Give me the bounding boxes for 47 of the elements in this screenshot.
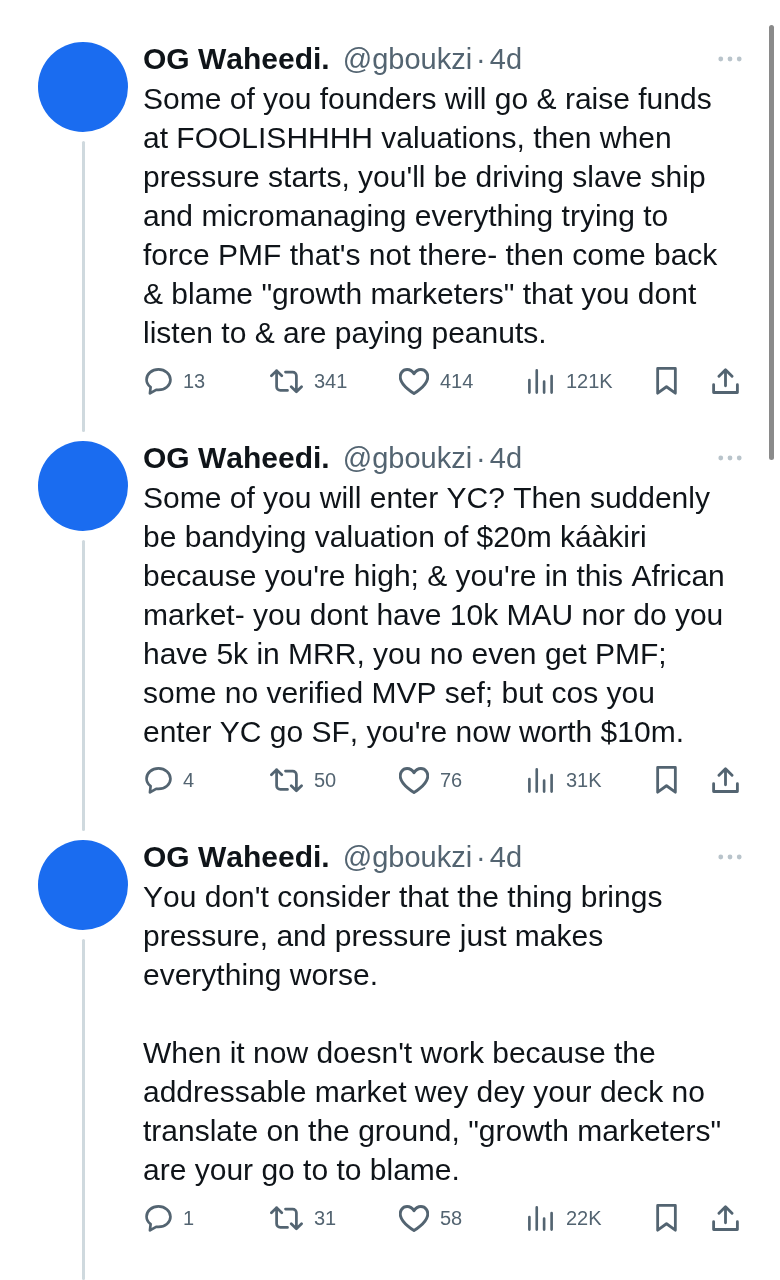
separator-dot: · <box>476 42 486 76</box>
view-count: 121K <box>566 369 613 393</box>
display-name[interactable]: OG Waheedi. <box>143 840 330 874</box>
speech-bubble-icon[interactable] <box>145 766 172 794</box>
user-handle[interactable]: @gboukzi <box>342 840 473 874</box>
bar-chart-icon[interactable] <box>528 367 553 395</box>
view-count: 31K <box>566 768 602 792</box>
like-count: 414 <box>440 369 474 393</box>
repost-count: 50 <box>314 768 337 792</box>
user-handle[interactable]: @gboukzi <box>342 441 473 475</box>
heart-icon[interactable] <box>399 766 429 794</box>
post-time[interactable]: 4d <box>489 42 523 76</box>
speech-bubble-icon[interactable] <box>145 1204 172 1232</box>
speech-bubble-icon[interactable] <box>145 367 172 395</box>
bookmark-icon[interactable] <box>656 367 677 395</box>
tweet-text: Some of you will enter YC? Then suddenly be bandying valuation of $20m káàkiri because you're high; & you're in this African market- you dont have 10k MAU nor do you have 5k in MRR, you no even get PMF; some no verified MVP sef; but cos you enter YC go SF, you're now worth $10m. <box>143 480 726 750</box>
repost-count: 341 <box>314 369 348 393</box>
bookmark-icon[interactable] <box>656 1204 677 1232</box>
user-handle[interactable]: @gboukzi <box>342 42 473 76</box>
reply-count: 1 <box>183 1206 195 1230</box>
share-icon[interactable] <box>712 767 739 793</box>
view-count: 22K <box>566 1206 602 1230</box>
like-count: 58 <box>440 1206 463 1230</box>
like-count: 76 <box>440 768 463 792</box>
bar-chart-icon[interactable] <box>528 766 553 794</box>
heart-icon[interactable] <box>399 367 429 395</box>
post-time[interactable]: 4d <box>489 840 523 874</box>
bookmark-icon[interactable] <box>656 766 677 794</box>
display-name[interactable]: OG Waheedi. <box>143 441 330 475</box>
tweet-text: When it now doesn't work because the addressable market wey dey your deck no translate on the ground, "growth marketers" are your go to to blame. <box>143 1035 723 1188</box>
bar-chart-icon[interactable] <box>528 1204 553 1232</box>
repost-count: 31 <box>314 1206 337 1230</box>
post-time[interactable]: 4d <box>489 441 523 475</box>
share-icon[interactable] <box>712 368 739 394</box>
tweet-text: You don't consider that the thing brings pressure, and pressure just makes everything worse. <box>143 879 664 993</box>
display-name[interactable]: OG Waheedi. <box>143 42 330 76</box>
repost-icon[interactable] <box>270 766 303 794</box>
share-icon[interactable] <box>712 1205 739 1231</box>
scrollbar[interactable] <box>769 25 774 460</box>
separator-dot: · <box>476 441 486 475</box>
separator-dot: · <box>476 840 486 874</box>
tweet-text: Some of you founders will go & raise funds at FOOLISHHHH valuations, then when pressure starts, you'll be driving slave ship and micromanaging everything trying to force PMF that's not there- then come back & blame "growth marketers" that you dont listen to & are paying peanuts. <box>143 81 719 351</box>
repost-icon[interactable] <box>270 1204 303 1232</box>
heart-icon[interactable] <box>399 1204 429 1232</box>
repost-icon[interactable] <box>270 367 303 395</box>
reply-count: 13 <box>183 369 206 393</box>
reply-count: 4 <box>183 768 195 792</box>
